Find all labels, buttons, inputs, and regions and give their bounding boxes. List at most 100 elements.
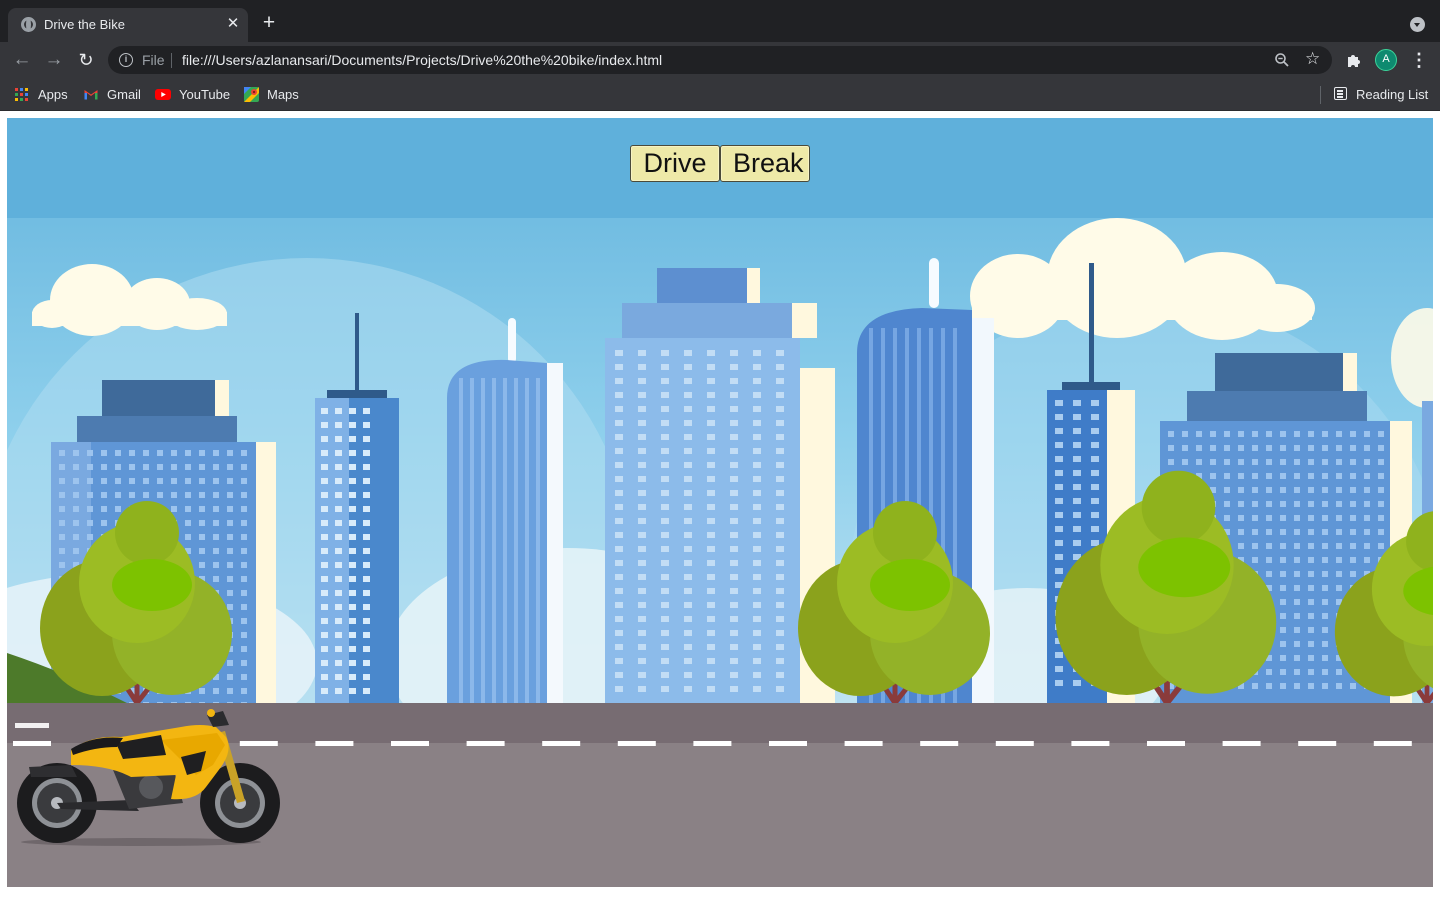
tab-title: Drive the Bike <box>44 17 125 32</box>
tab-search-icon[interactable] <box>1410 17 1425 32</box>
building-window <box>335 506 342 512</box>
building-window <box>707 462 715 468</box>
profile-avatar[interactable]: A <box>1375 49 1397 71</box>
more-menu-icon[interactable]: ⋮ <box>1410 48 1428 72</box>
building-window <box>776 448 784 454</box>
building-window <box>1055 512 1063 518</box>
building-window <box>776 602 784 608</box>
building-window <box>1294 655 1300 661</box>
building-window <box>1091 540 1099 546</box>
building-window <box>1055 554 1063 560</box>
bookmark-star-icon[interactable]: ☆ <box>1305 49 1320 69</box>
url-text[interactable]: file:///Users/azlanansari/Documents/Proj… <box>182 52 662 68</box>
bookmark-youtube[interactable]: YouTube <box>155 86 230 104</box>
game-controls: Drive Break <box>630 145 810 182</box>
building-window <box>1266 459 1272 465</box>
building-window <box>730 420 738 426</box>
building-window <box>684 448 692 454</box>
building-window <box>1210 459 1216 465</box>
building-window <box>661 532 669 538</box>
building-window <box>1280 431 1286 437</box>
reading-list-label[interactable]: Reading List <box>1356 87 1428 102</box>
building-window <box>615 434 623 440</box>
building-window <box>1322 487 1328 493</box>
building-window <box>321 674 328 680</box>
building-window <box>707 378 715 384</box>
building-window <box>1280 641 1286 647</box>
forward-arrow-icon[interactable]: → <box>42 48 66 72</box>
browser-tab-active[interactable]: Drive the Bike ✕ <box>8 8 248 42</box>
building-window <box>213 548 219 554</box>
building-window <box>227 604 233 610</box>
brake-button[interactable]: Break <box>720 145 810 182</box>
building-window <box>213 534 219 540</box>
building-window <box>661 462 669 468</box>
building-window <box>199 506 205 512</box>
building-window <box>1308 557 1314 563</box>
building-window <box>1224 445 1230 451</box>
building-window <box>776 560 784 566</box>
building-window <box>321 632 328 638</box>
building-window <box>335 688 342 694</box>
building-window <box>730 364 738 370</box>
building-window <box>615 532 623 538</box>
building-window <box>115 450 121 456</box>
building-window <box>730 560 738 566</box>
bookmark-apps[interactable]: Apps <box>15 86 70 104</box>
building-window <box>349 688 356 694</box>
building-window <box>59 492 65 498</box>
building-window <box>707 434 715 440</box>
building-window <box>363 548 370 554</box>
building-window <box>1055 568 1063 574</box>
building-window <box>615 658 623 664</box>
address-bar[interactable]: i File file:///Users/azlanansari/Documen… <box>108 46 1332 74</box>
apps-grid-icon <box>15 88 28 101</box>
zoom-out-icon[interactable] <box>1274 52 1290 68</box>
building-window <box>1308 683 1314 689</box>
building-window <box>776 392 784 398</box>
building-window <box>1196 445 1202 451</box>
building-window <box>684 644 692 650</box>
building-window <box>638 602 646 608</box>
building-window <box>1294 473 1300 479</box>
building-window <box>321 464 328 470</box>
new-tab-icon[interactable]: + <box>258 12 280 34</box>
building-window <box>199 548 205 554</box>
building-window <box>1378 473 1384 479</box>
building-window <box>1266 473 1272 479</box>
building-window <box>1055 428 1063 434</box>
reading-list-icon[interactable] <box>1334 87 1347 100</box>
building-window <box>684 406 692 412</box>
lane-dash <box>466 741 505 746</box>
building-window <box>615 546 623 552</box>
back-arrow-icon[interactable]: ← <box>10 48 34 72</box>
drive-button[interactable]: Drive <box>630 145 720 182</box>
building-window <box>776 588 784 594</box>
building-window <box>129 464 135 470</box>
building-window <box>199 688 205 694</box>
bookmark-gmail[interactable]: Gmail <box>84 86 144 104</box>
bookmark-maps[interactable]: Maps <box>244 86 302 104</box>
building-window <box>615 476 623 482</box>
building-window <box>776 378 784 384</box>
info-icon[interactable]: i <box>119 53 133 67</box>
building-window <box>1168 431 1174 437</box>
building-window <box>59 464 65 470</box>
building-window <box>363 436 370 442</box>
building-window <box>241 450 247 456</box>
building-window <box>1266 557 1272 563</box>
globe-icon <box>21 17 36 32</box>
building-window <box>1252 431 1258 437</box>
extensions-puzzle-icon[interactable] <box>1345 51 1363 69</box>
building-window <box>227 492 233 498</box>
building-window <box>1266 529 1272 535</box>
close-tab-icon[interactable]: ✕ <box>224 14 242 34</box>
building-window <box>335 422 342 428</box>
building-window <box>1280 515 1286 521</box>
building-window <box>753 546 761 552</box>
reload-icon[interactable]: ↻ <box>74 48 98 72</box>
building-window <box>1280 543 1286 549</box>
building-window <box>661 378 669 384</box>
bookmark-label: Maps <box>267 87 299 102</box>
building-window <box>321 604 328 610</box>
